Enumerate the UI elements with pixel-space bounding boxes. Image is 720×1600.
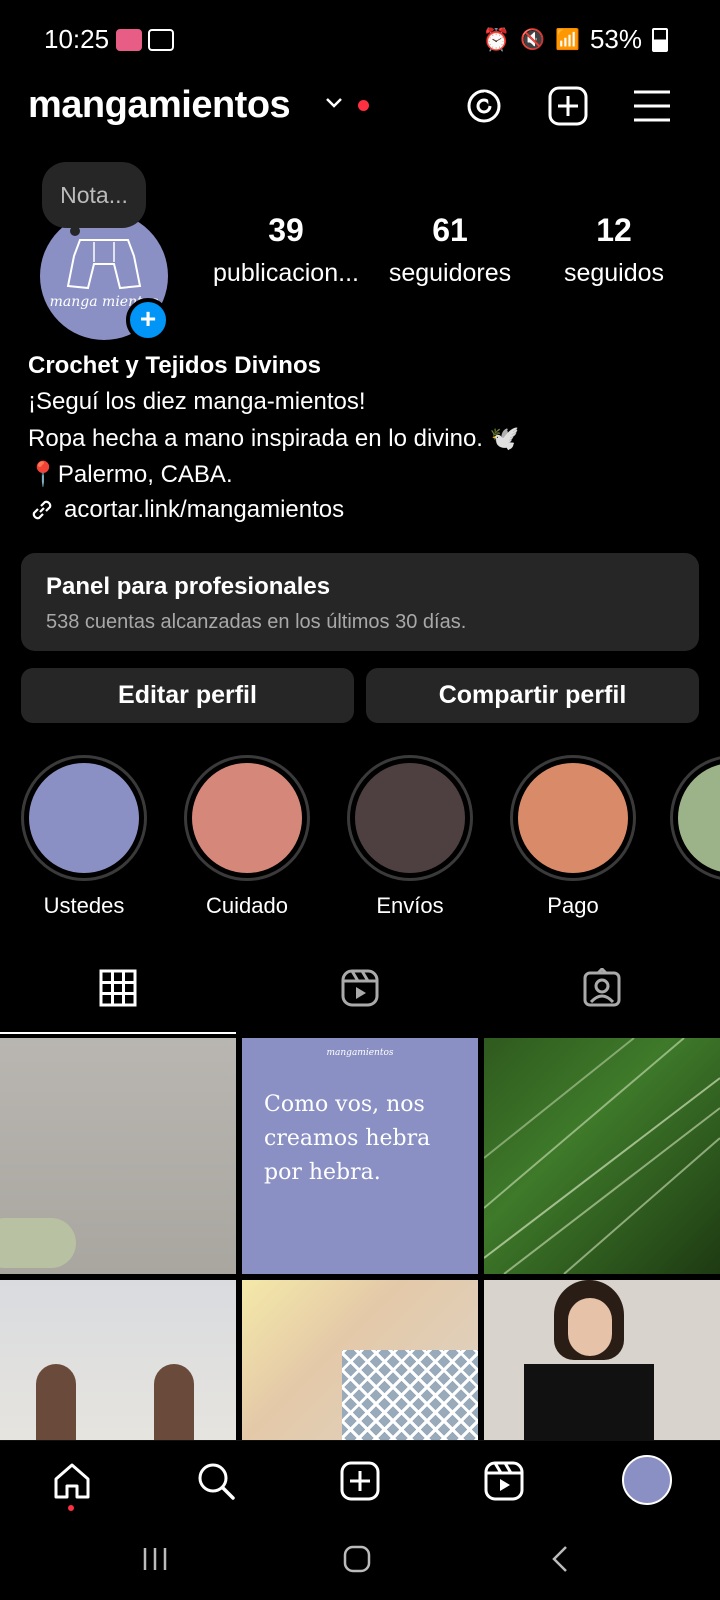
highlight-ring <box>670 755 720 881</box>
notification-dot <box>358 100 369 111</box>
active-tab-indicator <box>0 1032 236 1034</box>
panel-subtitle: 538 cuentas alcanzadas en los últimos 30… <box>46 611 467 633</box>
highlight-ring <box>184 755 310 881</box>
status-time: 10:25 <box>44 24 110 54</box>
profile-display-name: Crochet y Tejidos Divinos <box>28 352 321 379</box>
post-person-face <box>568 1298 612 1356</box>
home-button-icon[interactable] <box>342 1544 372 1574</box>
stat-posts[interactable]: 39 publicacion... <box>206 212 366 288</box>
stat-posts-count: 39 <box>268 212 304 248</box>
edit-profile-button[interactable]: Editar perfil <box>21 668 354 723</box>
wifi-icon: 📶 <box>555 29 580 51</box>
profile-username[interactable]: mangamientos <box>28 84 291 127</box>
professional-dashboard[interactable]: Panel para profesionales 538 cuentas alc… <box>21 553 699 651</box>
back-icon[interactable] <box>546 1544 576 1574</box>
stat-following-count: 12 <box>596 212 632 248</box>
highlight-envios[interactable]: Envíos <box>345 755 475 919</box>
highlight-pago[interactable]: Pago <box>508 755 638 919</box>
bio-line-2: Ropa hecha a mano inspirada en lo divino… <box>28 425 520 452</box>
stat-following[interactable]: 12 seguidos <box>534 212 694 288</box>
stat-following-label: seguidos <box>563 259 665 287</box>
reels-icon[interactable] <box>340 968 380 1008</box>
reels-nav-icon[interactable] <box>482 1459 526 1503</box>
stat-followers-count: 61 <box>432 212 468 248</box>
bio-line-1: ¡Seguí los diez manga-mientos! <box>28 388 366 415</box>
highlight-cover <box>678 763 720 873</box>
highlight-label: Cuidado <box>206 893 288 918</box>
add-story-button[interactable]: + <box>126 298 170 342</box>
share-profile-button[interactable]: Compartir perfil <box>366 668 699 723</box>
chevron-down-icon[interactable] <box>324 96 344 110</box>
highlight-cover <box>192 763 302 873</box>
profile-nav-avatar[interactable] <box>622 1455 672 1505</box>
highlight-label: Pago <box>547 893 599 918</box>
note-tail <box>70 226 80 236</box>
highlight-partial[interactable] <box>670 755 720 885</box>
bio-link-text: acortar.link/mangamientos <box>64 496 345 523</box>
stat-followers-label: seguidores <box>388 259 512 287</box>
highlight-ring <box>21 755 147 881</box>
grid-icon[interactable] <box>98 968 138 1008</box>
status-bar: 10:25 ⏰ 🔇 📶 53% <box>0 0 720 80</box>
highlight-cover <box>29 763 139 873</box>
post-thumbnail[interactable] <box>242 1280 478 1440</box>
search-icon[interactable] <box>194 1459 238 1503</box>
post-thumbnail[interactable]: mangamientos Como vos, nos creamos hebra… <box>242 1038 478 1274</box>
mute-icon: 🔇 <box>520 29 546 51</box>
recent-apps-icon[interactable] <box>140 1544 170 1574</box>
highlight-label: Envíos <box>376 893 444 918</box>
highlight-ring <box>347 755 473 881</box>
highlight-ring <box>510 755 636 881</box>
link-icon <box>32 500 52 520</box>
highlight-cover <box>355 763 465 873</box>
post-brand-text: mangamientos <box>326 1048 394 1058</box>
bio-line-3: 📍Palermo, CABA. <box>28 461 233 488</box>
highlight-cuidado[interactable]: Cuidado <box>182 755 312 919</box>
highlight-cover <box>518 763 628 873</box>
bio-link[interactable]: acortar.link/mangamientos <box>28 496 344 524</box>
palm-leaf-image <box>484 1038 720 1274</box>
create-icon[interactable] <box>338 1459 382 1503</box>
home-activity-dot <box>68 1505 74 1511</box>
bottom-navigation <box>0 1440 720 1523</box>
stat-followers[interactable]: 61 seguidores <box>370 212 530 288</box>
gallery-notification-icon <box>148 29 174 51</box>
highlight-label: Ustedes <box>43 893 125 918</box>
post-thumbnail[interactable] <box>484 1038 720 1274</box>
post-thumbnail[interactable] <box>0 1280 236 1440</box>
post-person-top <box>524 1364 654 1440</box>
post-person <box>36 1364 76 1440</box>
home-icon[interactable] <box>50 1459 94 1503</box>
panel-title: Panel para profesionales <box>46 573 331 600</box>
new-post-icon[interactable] <box>546 84 590 128</box>
post-thumbnail[interactable] <box>484 1280 720 1440</box>
highlight-ustedes[interactable]: Ustedes <box>19 755 149 919</box>
menu-icon[interactable] <box>630 84 674 128</box>
system-navigation-bar <box>0 1522 720 1600</box>
threads-icon[interactable] <box>462 84 506 128</box>
battery-icon <box>652 27 668 52</box>
post-quote-text: Como vos, nos creamos hebra por hebra. <box>264 1092 431 1185</box>
post-person <box>154 1364 194 1440</box>
post-crochet-item <box>0 1218 76 1268</box>
tagged-icon[interactable] <box>582 968 622 1008</box>
alarm-icon: ⏰ <box>482 26 511 52</box>
post-thumbnail[interactable] <box>0 1038 236 1274</box>
stat-posts-label: publicacion... <box>213 259 359 287</box>
app-notification-icon <box>116 29 142 51</box>
note-bubble[interactable]: Nota... <box>42 162 146 228</box>
post-crochet-net <box>342 1350 478 1440</box>
battery-text: 53% <box>589 24 642 54</box>
status-icons: ⏰ 🔇 📶 53% <box>483 24 668 55</box>
